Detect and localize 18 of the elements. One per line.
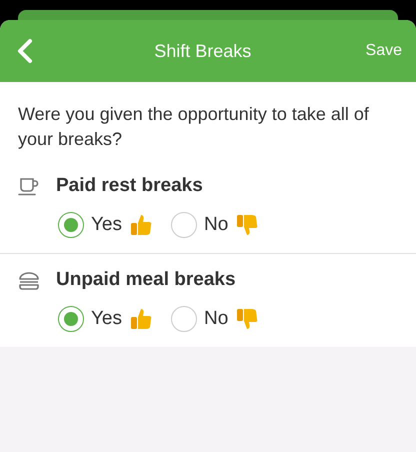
thumbs-up-icon — [129, 213, 153, 238]
radio-option[interactable]: No — [171, 210, 260, 240]
radio-button[interactable] — [171, 306, 197, 332]
screen-title: Shift Breaks — [153, 40, 252, 62]
radio-button[interactable] — [58, 306, 84, 332]
thumbs-up-icon — [129, 307, 153, 332]
radio-option[interactable]: Yes — [58, 210, 153, 240]
burger-icon — [18, 270, 40, 291]
thumbs-down-icon — [235, 213, 260, 238]
thumbs-down-icon — [235, 307, 260, 332]
section-title: Unpaid meal breaks — [56, 268, 236, 292]
radio-button[interactable] — [171, 212, 197, 238]
cup-icon — [18, 176, 40, 197]
radio-option[interactable]: Yes — [58, 304, 153, 334]
radio-button[interactable] — [58, 212, 84, 238]
question-text: Were you given the opportunity to take all of your breaks? — [17, 103, 370, 152]
section-title: Paid rest breaks — [56, 174, 203, 198]
radio-option[interactable]: No — [171, 304, 260, 334]
